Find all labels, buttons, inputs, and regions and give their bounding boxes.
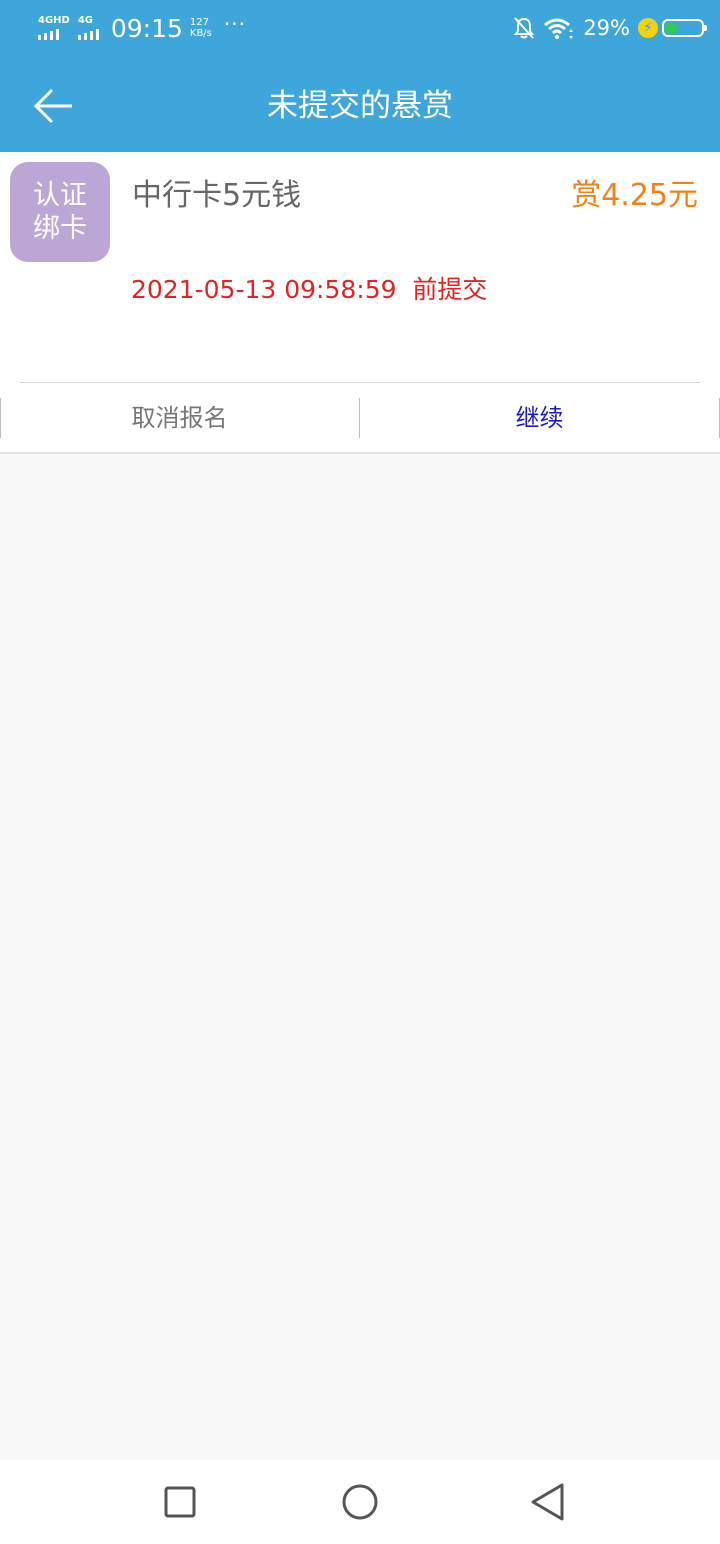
battery-level [666,23,678,33]
battery-percent: 29% [583,16,630,40]
status-right: 29% ⚡ [513,12,707,44]
system-nav-bar [0,1460,720,1544]
clock: 09:15 [110,13,183,43]
signal-icon-sim2: 4G [77,15,99,40]
status-left: 4GHD 4G 09:15 127 KB/s ··· [38,10,246,46]
network-speed-value: 127 [189,17,209,28]
battery-icon [662,19,707,37]
app-bar: 未提交的悬赏 [0,56,720,152]
signal-icon-sim1: 4GHD [38,16,70,40]
page-title: 未提交的悬赏 [267,88,453,124]
task-reward: 赏4.25元 [571,178,698,213]
network-speed-unit: KB/s [189,28,212,39]
task-card[interactable]: 认证 绑卡 中行卡5元钱 赏4.25元 2021-05-13 09:58:59 … [0,152,720,454]
charging-icon: ⚡ [638,18,658,38]
task-deadline: 2021-05-13 09:58:59 前提交 [131,275,488,304]
task-category-badge: 认证 绑卡 [10,162,110,262]
task-actions: 取消报名 继续 [0,398,720,438]
status-bar: 4GHD 4G 09:15 127 KB/s ··· 29% ⚡ [0,0,720,56]
badge-line-2: 绑卡 [33,213,87,244]
network-speed: 127 KB/s [190,17,212,39]
bell-muted-icon [514,17,535,39]
home-icon[interactable] [338,1480,382,1524]
badge-line-1: 认证 [33,180,87,211]
continue-button[interactable]: 继续 [360,398,719,438]
cancel-signup-button[interactable]: 取消报名 [0,398,359,438]
task-title: 中行卡5元钱 [132,178,302,213]
recent-apps-icon[interactable] [158,1480,202,1524]
wifi-icon [544,18,574,39]
network-type-2: 4G [77,15,94,26]
network-type-1: 4GHD [38,15,70,26]
back-icon[interactable] [526,1480,570,1524]
more-notifications-icon: ··· [223,12,246,36]
card-bottom-border [0,452,720,454]
card-divider [20,382,700,383]
